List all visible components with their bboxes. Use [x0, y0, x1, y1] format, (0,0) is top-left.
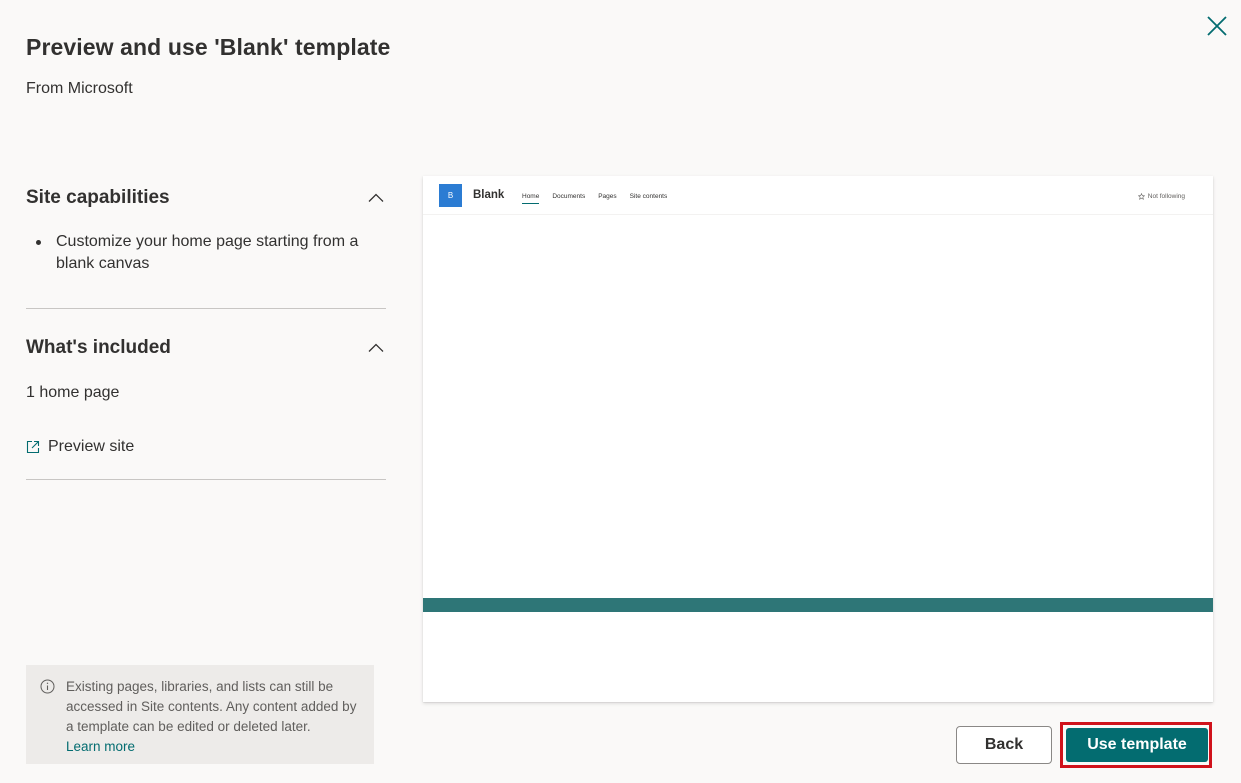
preview-site-name: Blank: [473, 189, 505, 201]
info-icon: [40, 679, 55, 694]
capabilities-list: Customize your home page starting from a…: [26, 231, 386, 275]
star-icon: [1137, 193, 1145, 200]
list-item: Customize your home page starting from a…: [26, 231, 386, 275]
use-template-button[interactable]: Use template: [1066, 728, 1208, 762]
preview-nav-site-contents: Site contents: [629, 193, 668, 200]
site-capabilities-title: Site capabilities: [26, 187, 170, 208]
preview-nav-home: Home: [522, 193, 540, 204]
preview-site-nav: Home Documents Pages Site contents: [522, 193, 668, 204]
whats-included-section: What's included 1 home page Preview site: [26, 337, 386, 456]
whats-included-header[interactable]: What's included: [26, 337, 386, 359]
open-in-new-window-icon: [26, 440, 40, 454]
preview-follow-label: Not following: [1147, 193, 1185, 200]
preview-site-link[interactable]: Preview site: [26, 438, 386, 456]
chevron-up-icon[interactable]: [368, 340, 384, 356]
whats-included-title: What's included: [26, 337, 171, 358]
preview-site-label: Preview site: [48, 438, 135, 455]
panel-subtitle: From Microsoft: [26, 80, 133, 97]
info-text: Existing pages, libraries, and lists can…: [66, 679, 357, 734]
template-preview: B Blank Home Documents Pages Site conten…: [423, 176, 1213, 702]
preview-nav-pages: Pages: [598, 193, 617, 200]
included-text: 1 home page: [26, 384, 120, 401]
preview-site-header: B Blank Home Documents Pages Site conten…: [423, 176, 1213, 215]
info-message: Existing pages, libraries, and lists can…: [26, 665, 374, 764]
site-capabilities-section: Site capabilities Customize your home pa…: [26, 187, 386, 275]
learn-more-link[interactable]: Learn more: [66, 737, 135, 757]
divider: [26, 308, 386, 309]
divider: [26, 479, 386, 480]
site-capabilities-header[interactable]: Site capabilities: [26, 187, 386, 209]
chevron-up-icon[interactable]: [368, 190, 384, 206]
panel-title: Preview and use 'Blank' template: [26, 34, 391, 60]
preview-nav-documents: Documents: [552, 193, 586, 200]
close-button[interactable]: [1203, 12, 1231, 40]
preview-accent-band: [423, 598, 1213, 612]
preview-follow-status: Not following: [1137, 193, 1185, 200]
back-button[interactable]: Back: [956, 726, 1052, 764]
site-logo: B: [439, 184, 462, 207]
close-icon: [1207, 16, 1227, 36]
